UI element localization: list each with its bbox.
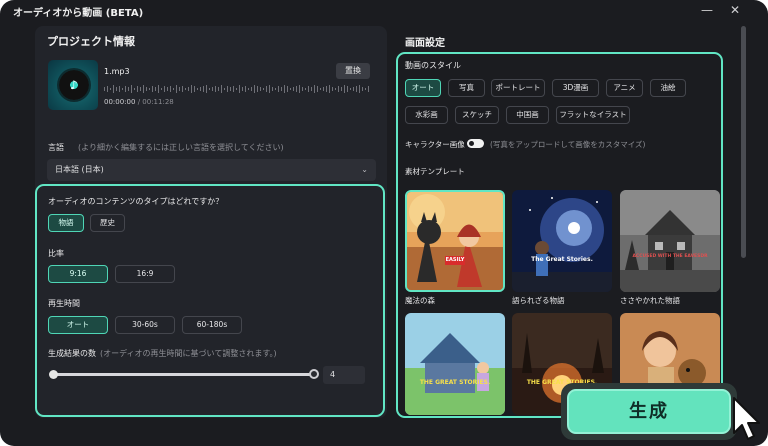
total-time: 00:11:28 — [142, 98, 174, 106]
scrollbar[interactable] — [741, 26, 746, 258]
template-badge-4: THE GREAT STORIES. — [419, 379, 491, 386]
ratio-9-16[interactable]: 9:16 — [48, 265, 108, 283]
duration-label: 再生時間 — [48, 299, 80, 308]
template-card-untold-story[interactable]: The Great Stories. — [512, 190, 612, 292]
character-image-toggle[interactable] — [467, 139, 484, 148]
results-label-row: 生成結果の数 (オーディオの再生時間に基づいて調整されます。) — [48, 348, 277, 359]
duration-60-180s[interactable]: 60-180s — [182, 316, 242, 334]
language-hint: (より細かく編集するには正しい言語を選択してください) — [78, 143, 284, 152]
language-label: 言語 — [48, 143, 64, 152]
audio-to-video-window: オーディオから動画 (BETA) — ✕ プロジェクト情報 ♪ 1.mp3 置換 — [0, 0, 768, 446]
audio-waveform — [104, 85, 369, 93]
window-title: オーディオから動画 (BETA) — [13, 8, 144, 19]
template-card-whispered-story[interactable]: ACCUSED WITH THE EAVESDR — [620, 190, 720, 292]
style-3d-cartoon[interactable]: 3D漫画 — [552, 79, 599, 97]
music-note-icon: ♪ — [70, 78, 78, 92]
template-name-3: ささやかれた物語 — [620, 296, 680, 305]
ratio-label: 比率 — [48, 249, 64, 258]
template-card-4[interactable]: THE GREAT STORIES. — [405, 313, 505, 415]
style-photo[interactable]: 写真 — [448, 79, 485, 97]
generate-button[interactable]: 生成 — [567, 389, 731, 434]
duration-30-60s[interactable]: 30-60s — [115, 316, 175, 334]
template-badge-2: The Great Stories. — [531, 256, 593, 263]
duration-auto[interactable]: オート — [48, 316, 108, 334]
style-flat-illustration[interactable]: フラットなイラスト — [556, 106, 630, 124]
style-oil-painting[interactable]: 油絵 — [650, 79, 686, 97]
character-image-hint: (写真をアップロードして画像をカスタマイズ) — [490, 140, 646, 149]
language-label-row: 言語 (より細かく編集するには正しい言語を選択してください) — [48, 142, 284, 153]
ratio-16-9[interactable]: 16:9 — [115, 265, 175, 283]
style-sketch[interactable]: スケッチ — [455, 106, 499, 124]
template-4-image — [405, 313, 505, 415]
results-slider-min-knob — [49, 370, 58, 379]
untold-story-image — [512, 190, 612, 292]
minimize-icon[interactable]: — — [697, 2, 717, 18]
template-name-1: 魔法の森 — [405, 296, 435, 305]
results-hint: (オーディオの再生時間に基づいて調整されます。) — [100, 349, 277, 358]
results-label: 生成結果の数 — [48, 349, 96, 358]
language-value: 日本語 (日本) — [55, 165, 104, 174]
chevron-down-icon: ⌄ — [361, 165, 368, 174]
whispered-story-image — [620, 190, 720, 292]
style-portrait[interactable]: ポートレート — [491, 79, 545, 97]
character-image-label: キャラクター画像 — [405, 140, 465, 149]
template-card-magic-forest[interactable]: EASILY — [405, 190, 505, 292]
replace-button[interactable]: 置換 — [336, 63, 370, 79]
style-auto[interactable]: オート — [405, 79, 441, 97]
mouse-cursor-icon — [733, 397, 760, 440]
video-style-label: 動画のスタイル — [405, 61, 461, 70]
style-anime[interactable]: アニメ — [606, 79, 643, 97]
title-bar: オーディオから動画 (BETA) — ✕ — [0, 0, 768, 22]
template-name-2: 語られざる物語 — [512, 296, 565, 305]
results-slider-track[interactable] — [53, 373, 313, 376]
results-count-input[interactable]: 4 — [323, 366, 365, 384]
template-badge-3: ACCUSED WITH THE EAVESDR — [632, 254, 708, 259]
template-badge-1: EASILY — [445, 257, 465, 263]
screen-settings-heading: 画面設定 — [405, 38, 445, 49]
playback-time: 00:00:00 / 00:11:28 — [104, 98, 174, 106]
content-type-question: オーディオのコンテンツのタイプはどれですか？ — [48, 197, 224, 206]
current-time: 00:00:00 — [104, 98, 136, 106]
close-icon[interactable]: ✕ — [725, 2, 745, 18]
magic-forest-image — [407, 192, 503, 290]
file-name: 1.mp3 — [104, 67, 130, 76]
material-template-label: 素材テンプレート — [405, 167, 465, 176]
style-chinese-painting[interactable]: 中国画 — [506, 106, 549, 124]
language-select[interactable]: 日本語 (日本) ⌄ — [47, 159, 376, 181]
style-watercolor[interactable]: 水彩画 — [405, 106, 448, 124]
type-option-story[interactable]: 物語 — [48, 214, 84, 232]
type-option-history[interactable]: 歴史 — [90, 214, 125, 232]
time-separator: / — [137, 98, 141, 106]
project-info-heading: プロジェクト情報 — [47, 35, 135, 48]
results-slider-handle[interactable] — [309, 369, 319, 379]
audio-thumbnail: ♪ — [48, 60, 98, 110]
